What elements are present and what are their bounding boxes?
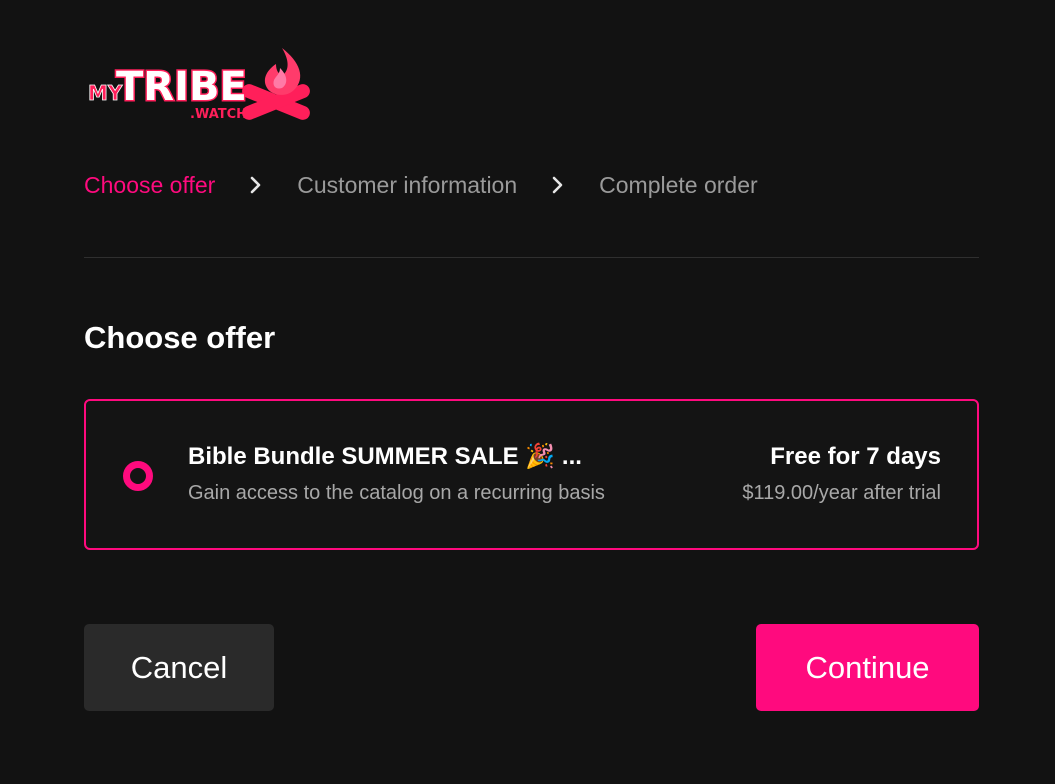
mytribe-logo[interactable]: MY TRIBE .WATCH (86, 44, 310, 130)
continue-button[interactable]: Continue (756, 624, 979, 711)
logo-tribe-text: TRIBE (116, 64, 247, 110)
offer-price-detail: $119.00/year after trial (742, 482, 941, 504)
offer-price-headline: Free for 7 days (770, 443, 941, 470)
step-complete-order[interactable]: Complete order (599, 168, 758, 202)
chevron-right-icon (249, 176, 263, 194)
logo-watch-text: .WATCH (190, 107, 247, 122)
stepper-divider (84, 257, 979, 258)
checkout-stepper: Choose offer Customer information Comple… (84, 168, 758, 202)
step-choose-offer[interactable]: Choose offer (84, 168, 215, 202)
page-title: Choose offer (84, 320, 276, 355)
chevron-right-icon (551, 176, 565, 194)
offer-description: Gain access to the catalog on a recurrin… (188, 482, 605, 504)
campfire-logo-icon: MY TRIBE .WATCH (88, 48, 310, 122)
offer-option-card[interactable]: Bible Bundle SUMMER SALE 🎉 ... Gain acce… (84, 399, 979, 550)
offer-text-block: Bible Bundle SUMMER SALE 🎉 ... Gain acce… (188, 441, 605, 507)
step-customer-information[interactable]: Customer information (297, 168, 517, 202)
offer-price-block: Free for 7 days $119.00/year after trial (742, 441, 941, 507)
offer-name: Bible Bundle SUMMER SALE 🎉 ... (188, 443, 582, 470)
cancel-button[interactable]: Cancel (84, 624, 274, 711)
checkout-page: MY TRIBE .WATCH Choose offer Customer in… (0, 0, 1055, 784)
offer-radio-selected[interactable] (123, 461, 153, 491)
